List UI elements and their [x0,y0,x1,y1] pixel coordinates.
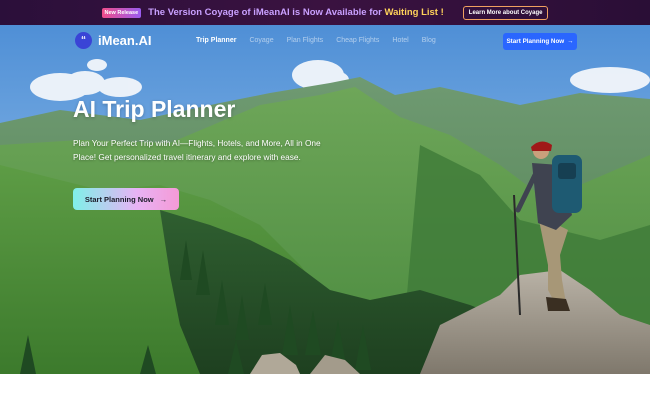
hero-cta-label: Start Planning Now [84,194,154,204]
arrow-right-icon: → [567,38,574,45]
announcement-message: The Version Coyage of iMeanAI is Now Ava… [148,7,444,18]
hero-start-planning-button[interactable]: Start Planning Now → [73,188,179,210]
announcement-banner: New Release The Version Coyage of iMeanA… [0,0,650,25]
nav-cta-label: Start Planning Now [506,38,565,45]
announcement-message-text: The Version Coyage of iMeanAI is Now Ava… [148,7,385,18]
site-logo[interactable]: “ iMean.AI [75,32,151,49]
nav-item-blog[interactable]: Blog [422,37,436,44]
nav-item-coyage[interactable]: Coyage [249,37,273,44]
logo-quote-icon: “ [75,32,92,49]
arrow-right-icon: → [159,194,168,204]
nav-item-plan-flights[interactable]: Plan Flights [287,37,324,44]
new-release-badge: New Release [101,7,142,18]
nav-item-trip-planner[interactable]: Trip Planner [196,37,236,44]
nav-item-cheap-flights[interactable]: Cheap Flights [336,37,379,44]
hero-subtitle: Plan Your Perfect Trip with AI—Flights, … [73,138,321,162]
brand-name: iMean.AI [98,33,152,48]
learn-more-button[interactable]: Learn More about Coyage [462,5,549,20]
announcement-highlight: Waiting List ! [384,7,444,18]
nav-start-planning-button[interactable]: Start Planning Now → [503,33,577,50]
nav-menu: Trip Planner Coyage Plan Flights Cheap F… [196,37,449,44]
nav-item-hotel[interactable]: Hotel [392,37,408,44]
top-navigation: “ iMean.AI Trip Planner Coyage Plan Flig… [0,25,650,57]
hero-title: AI Trip Planner [73,96,236,122]
